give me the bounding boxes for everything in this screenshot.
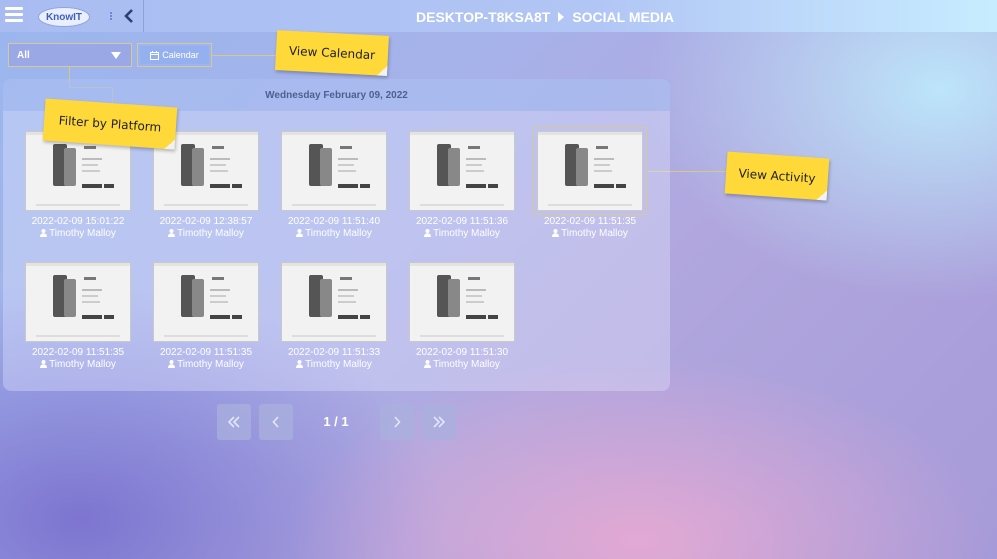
breadcrumb-section: SOCIAL MEDIA — [572, 9, 674, 25]
filter-value: All — [17, 50, 30, 61]
card-user: Timothy Malloy — [281, 228, 387, 239]
card-user: Timothy Malloy — [153, 359, 259, 370]
screenshot-thumbnail[interactable] — [409, 262, 515, 342]
chevron-left-icon — [272, 416, 279, 428]
screenshot-thumbnail[interactable] — [281, 131, 387, 211]
activity-card[interactable]: 2022-02-09 11:51:35 Timothy Malloy — [533, 127, 647, 239]
next-page-button[interactable] — [380, 404, 414, 440]
calendar-button[interactable]: Calendar — [137, 43, 212, 67]
card-user: Timothy Malloy — [153, 228, 259, 239]
user-icon — [424, 360, 432, 368]
card-user: Timothy Malloy — [409, 359, 515, 370]
card-timestamp: 2022-02-09 12:38:57 — [159, 216, 253, 227]
card-user-name: Timothy Malloy — [433, 359, 500, 370]
card-user-name: Timothy Malloy — [433, 228, 500, 239]
chevron-right-icon — [394, 416, 401, 428]
header-divider — [143, 0, 144, 32]
screenshot-thumbnail[interactable] — [153, 262, 259, 342]
card-user-name: Timothy Malloy — [305, 228, 372, 239]
activity-card[interactable]: 2022-02-09 11:51:35 Timothy Malloy — [153, 262, 259, 370]
platform-filter-select[interactable]: All — [8, 43, 132, 67]
screenshot-thumbnail[interactable] — [409, 131, 515, 211]
view-calendar-note: View Calendar — [275, 30, 389, 76]
card-timestamp: 2022-02-09 11:51:30 — [415, 347, 509, 358]
activity-card[interactable]: 2022-02-09 11:51:30 Timothy Malloy — [409, 262, 515, 370]
user-icon — [40, 360, 48, 368]
card-user-name: Timothy Malloy — [305, 359, 372, 370]
card-timestamp: 2022-02-09 11:51:40 — [287, 216, 381, 227]
chevron-left-icon — [124, 9, 133, 23]
card-user-name: Timothy Malloy — [49, 359, 116, 370]
screenshot-thumbnail[interactable] — [533, 127, 647, 215]
card-user-name: Timothy Malloy — [177, 228, 244, 239]
caret-down-icon — [111, 52, 121, 59]
activity-card[interactable]: 2022-02-09 11:51:40 Timothy Malloy — [281, 131, 387, 239]
screenshot-thumbnail[interactable] — [25, 262, 131, 342]
breadcrumb-device[interactable]: DESKTOP-T8KSA8T — [416, 9, 550, 25]
user-icon — [296, 360, 304, 368]
user-icon — [424, 229, 432, 237]
card-timestamp: 2022-02-09 15:01:22 — [31, 216, 125, 227]
activity-card[interactable]: 2022-02-09 11:51:33 Timothy Malloy — [281, 262, 387, 370]
card-user: Timothy Malloy — [409, 228, 515, 239]
card-user: Timothy Malloy — [281, 359, 387, 370]
back-button[interactable] — [117, 4, 141, 28]
screenshot-thumbnail[interactable] — [281, 262, 387, 342]
calendar-icon — [150, 50, 160, 60]
card-timestamp: 2022-02-09 11:51:35 — [159, 347, 253, 358]
card-timestamp: 2022-02-09 11:51:35 — [31, 347, 125, 358]
last-page-button[interactable] — [422, 404, 456, 440]
breadcrumb-separator-icon — [558, 12, 565, 22]
first-page-button[interactable] — [217, 404, 251, 440]
menu-icon[interactable] — [5, 7, 23, 23]
view-activity-note: View Activity — [724, 151, 830, 201]
card-user: Timothy Malloy — [25, 228, 131, 239]
prev-page-button[interactable] — [259, 404, 293, 440]
user-icon — [552, 229, 560, 237]
card-timestamp: 2022-02-09 11:51:35 — [543, 216, 637, 227]
card-user-name: Timothy Malloy — [561, 228, 628, 239]
double-chevron-right-icon — [433, 416, 446, 428]
card-user: Timothy Malloy — [25, 359, 131, 370]
user-icon — [40, 229, 48, 237]
card-timestamp: 2022-02-09 11:51:36 — [415, 216, 509, 227]
activity-card[interactable]: 2022-02-09 11:51:35 Timothy Malloy — [25, 262, 131, 370]
user-icon — [168, 229, 176, 237]
breadcrumb: DESKTOP-T8KSA8T SOCIAL MEDIA — [416, 8, 674, 26]
user-icon — [296, 229, 304, 237]
app-logo: KnowIT — [38, 7, 90, 27]
calendar-connector — [212, 55, 278, 56]
top-bar: KnowIT DESKTOP-T8KSA8T SOCIAL MEDIA — [0, 0, 997, 32]
card-user-name: Timothy Malloy — [177, 359, 244, 370]
double-chevron-left-icon — [227, 416, 240, 428]
calendar-label: Calendar — [162, 50, 199, 60]
user-icon — [168, 360, 176, 368]
card-user-name: Timothy Malloy — [49, 228, 116, 239]
card-user: Timothy Malloy — [537, 228, 643, 239]
card-timestamp: 2022-02-09 11:51:33 — [287, 347, 381, 358]
page-indicator: 1 / 1 — [323, 414, 349, 429]
activity-card[interactable]: 2022-02-09 11:51:36 Timothy Malloy — [409, 131, 515, 239]
collapse-handle — [110, 12, 116, 20]
activity-card[interactable]: 2022-02-09 15:01:22 Timothy Malloy — [25, 131, 131, 239]
